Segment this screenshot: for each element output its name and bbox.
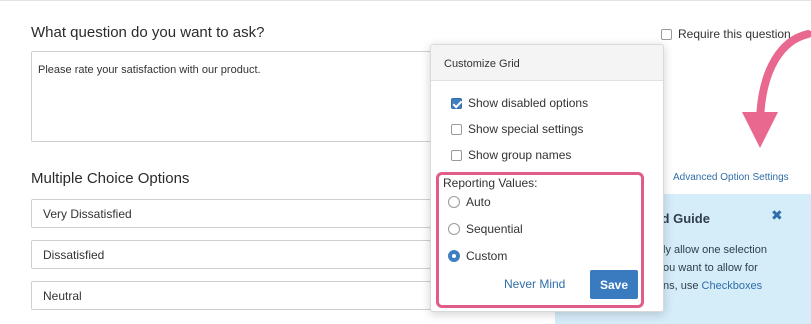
option-input-3[interactable]: Neutral bbox=[31, 281, 431, 310]
show-group-names-checkbox[interactable] bbox=[451, 149, 462, 161]
popover-title: Customize Grid bbox=[444, 58, 520, 70]
never-mind-button[interactable]: Never Mind bbox=[504, 277, 565, 291]
reporting-option-custom[interactable]: Custom bbox=[448, 249, 507, 263]
guide-text-prefix: ns, use bbox=[663, 280, 702, 292]
page-top-border bbox=[0, 0, 811, 1]
show-special-settings-label: Show special settings bbox=[468, 122, 584, 136]
sequential-radio[interactable] bbox=[448, 223, 460, 235]
question-heading: What question do you want to ask? bbox=[31, 24, 265, 41]
show-special-settings-checkbox[interactable] bbox=[451, 123, 462, 135]
guide-text-line-2: ou want to allow for bbox=[663, 262, 758, 274]
show-group-names-toggle[interactable]: Show group names bbox=[451, 148, 571, 162]
show-special-settings-toggle[interactable]: Show special settings bbox=[451, 122, 583, 136]
show-disabled-options-label: Show disabled options bbox=[468, 96, 589, 110]
question-textarea[interactable]: Please rate your satisfaction with our p… bbox=[31, 51, 436, 142]
show-disabled-options-toggle[interactable]: Show disabled options bbox=[451, 96, 588, 110]
choices-heading: Multiple Choice Options bbox=[31, 170, 190, 187]
show-disabled-options-checkbox[interactable] bbox=[451, 97, 462, 109]
guide-text-line-1: ly allow one selection bbox=[663, 244, 767, 256]
custom-label: Custom bbox=[466, 249, 508, 263]
curved-arrow-icon bbox=[742, 30, 811, 148]
auto-radio[interactable] bbox=[448, 196, 460, 208]
option-input-2[interactable]: Dissatisfied bbox=[31, 240, 431, 269]
show-group-names-label: Show group names bbox=[468, 148, 572, 162]
guide-text-line-3: ns, use Checkboxes bbox=[663, 280, 762, 292]
reporting-option-auto[interactable]: Auto bbox=[448, 195, 491, 209]
save-button[interactable]: Save bbox=[590, 270, 638, 299]
checkboxes-link[interactable]: Checkboxes bbox=[702, 280, 763, 292]
advanced-option-settings-link[interactable]: Advanced Option Settings bbox=[673, 172, 789, 183]
sequential-label: Sequential bbox=[466, 222, 523, 236]
auto-label: Auto bbox=[466, 195, 491, 209]
reporting-values-label: Reporting Values: bbox=[443, 176, 538, 190]
require-checkbox[interactable] bbox=[661, 28, 672, 40]
close-icon[interactable]: ✖ bbox=[771, 207, 783, 224]
popover-header: Customize Grid bbox=[431, 45, 663, 81]
option-input-1[interactable]: Very Dissatisfied bbox=[31, 199, 431, 228]
custom-radio[interactable] bbox=[448, 250, 460, 262]
customize-grid-popover: Customize Grid Show disabled options Sho… bbox=[430, 44, 664, 312]
reporting-option-sequential[interactable]: Sequential bbox=[448, 222, 523, 236]
